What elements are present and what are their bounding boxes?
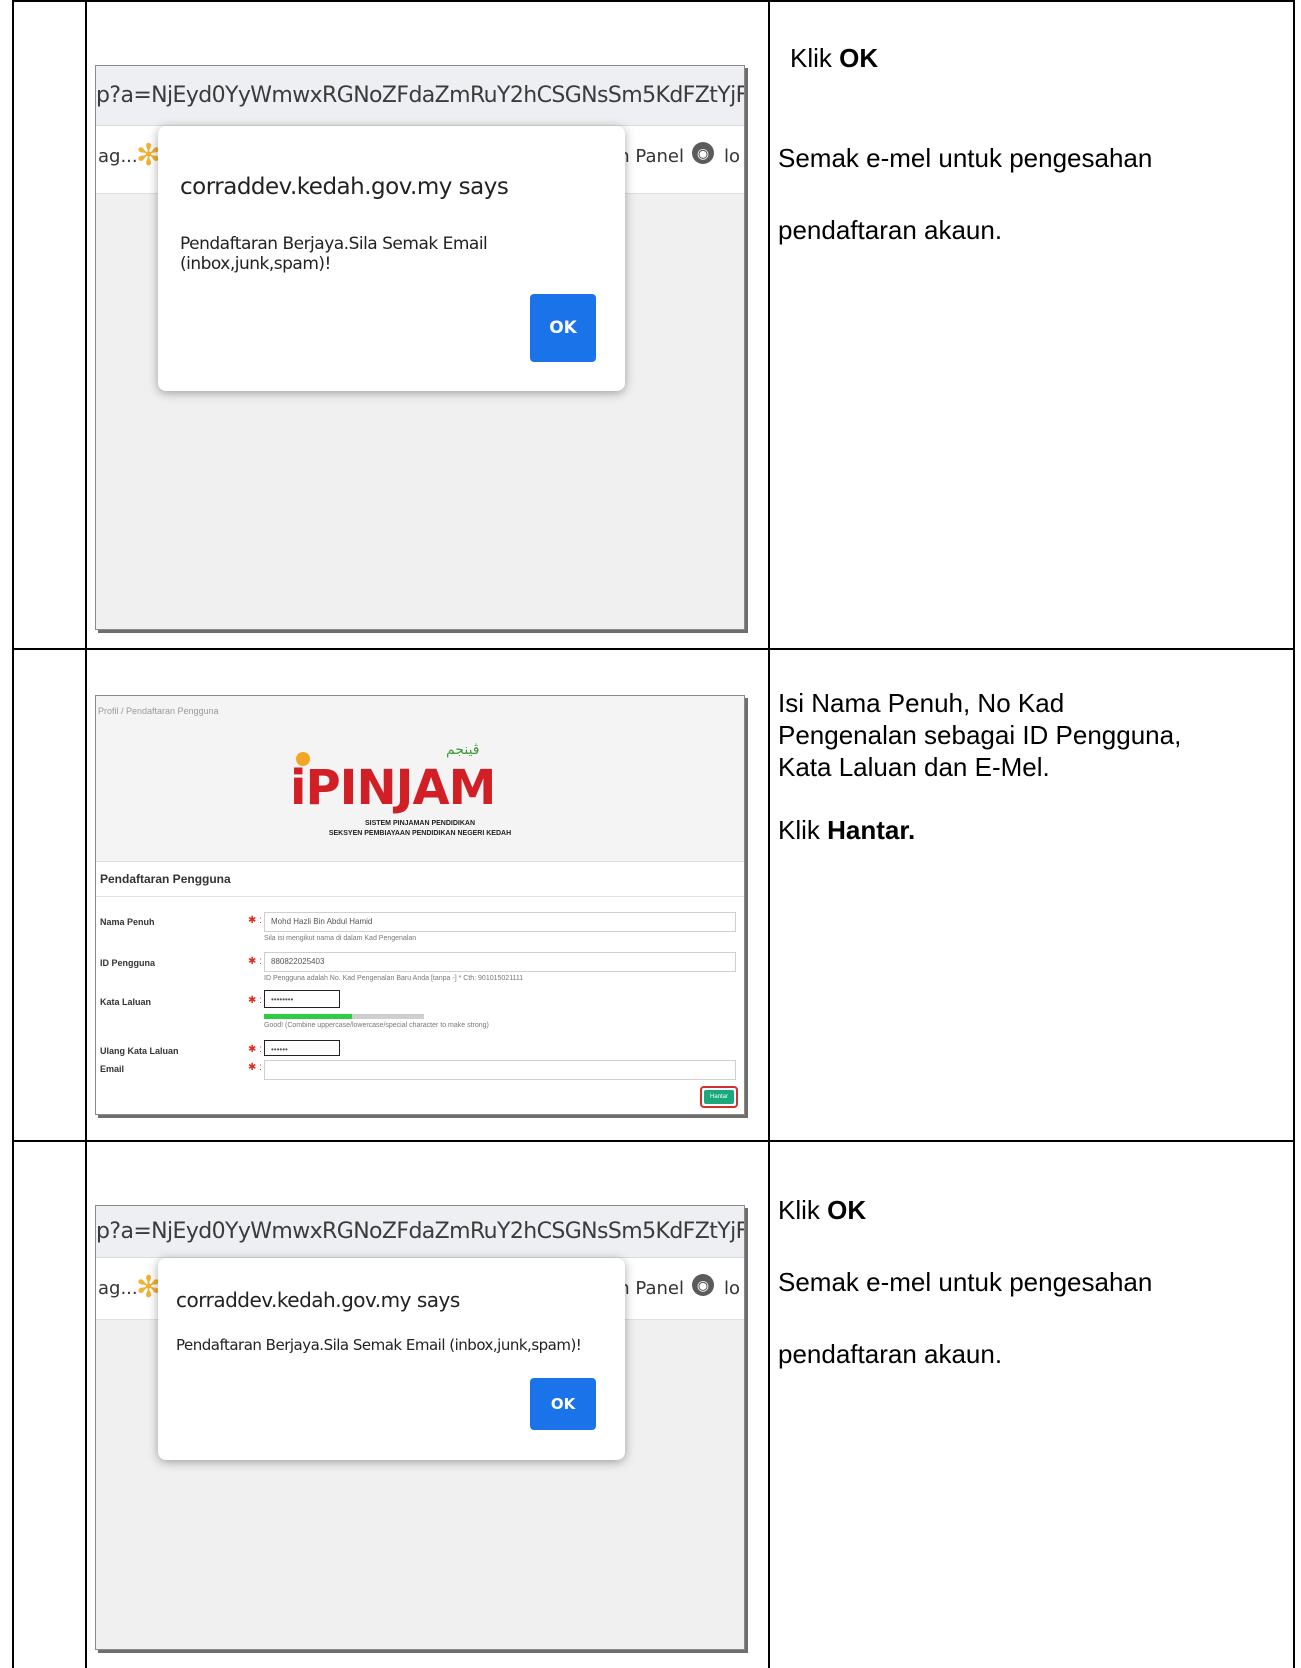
required-mark: ✱ :: [248, 1044, 262, 1055]
screenshot-success-dialog-1: p?a=NjEyd0YyWmwxRGNoZFdaZmRuY2hCSGNsSm5K…: [95, 65, 745, 630]
instruction-bold-ok: OK: [839, 43, 879, 73]
hantar-button-highlight: Hantar: [700, 1086, 738, 1108]
step2-instruction-line2: Pengenalan sebagai ID Pengguna,: [778, 720, 1182, 750]
nama-penuh-label: Nama Penuh: [100, 917, 155, 927]
form-title: Pendaftaran Pengguna: [100, 872, 231, 886]
email-input[interactable]: [264, 1060, 736, 1080]
required-mark: ✱ :: [248, 915, 262, 926]
step2-instruction-click: Klik Hantar.: [778, 815, 915, 845]
required-mark: ✱ :: [248, 1062, 262, 1073]
logo-subtitle-1: SISTEM PINJAMAN PENDIDIKAN: [364, 820, 476, 827]
url-text: p?a=NjEyd0YyWmwxRGNoZFdaZmRuY2hCSGNsSm5K…: [96, 83, 744, 108]
screenshot-registration-form: iPINJAM ڤينجم SISTEM PINJAMAN PENDIDIKAN…: [95, 695, 745, 1115]
nama-penuh-help: Sila isi mengikut nama di dalam Kad Peng…: [264, 935, 417, 942]
bookmark-item-cut[interactable]: lo: [724, 146, 740, 167]
bookmark-item[interactable]: ag...: [98, 1278, 138, 1299]
globe-icon: ◉: [692, 142, 714, 164]
table-divider-1: [85, 0, 87, 1668]
id-pengguna-input[interactable]: 880822025403: [264, 952, 736, 972]
registration-form-panel: Pendaftaran Pengguna Nama Penuh ✱ : Mohd…: [96, 861, 744, 1114]
step2-instruction-line1: Isi Nama Penuh, No Kad: [778, 688, 1065, 718]
bookmark-item-cut[interactable]: lo: [724, 1278, 740, 1299]
instruction-text: Klik: [778, 1195, 828, 1225]
screenshot-success-dialog-2: p?a=NjEyd0YyWmwxRGNoZFdaZmRuY2hCSGNsSm5K…: [95, 1205, 745, 1650]
ipinjam-logo: iPINJAM: [290, 760, 496, 816]
dialog-message: Pendaftaran Berjaya.Sila Semak Email (in…: [180, 234, 488, 274]
logo-subtitle-2: SEKSYEN PEMBIAYAAN PENDIDIKAN NEGERI KED…: [328, 830, 512, 837]
step1-instruction-line3: pendaftaran akaun.: [778, 215, 1003, 245]
step1-instruction-click: Klik OK: [790, 43, 878, 73]
instruction-bold-ok: OK: [827, 1195, 867, 1225]
alert-dialog: corraddev.kedah.gov.my says Pendaftaran …: [158, 1258, 625, 1460]
logo-name: PINJAM: [305, 760, 496, 816]
step1-instruction-line2: Semak e-mel untuk pengesahan: [778, 143, 1153, 173]
kata-laluan-input[interactable]: ••••••••: [264, 990, 340, 1008]
instruction-text: Klik: [778, 815, 828, 845]
table-row-divider-2: [12, 1140, 1295, 1142]
logo-area: iPINJAM ڤينجم SISTEM PINJAMAN PENDIDIKAN…: [96, 696, 744, 856]
table-border-top: [12, 0, 1295, 2]
breadcrumb: Profil / Pendaftaran Pengguna: [98, 706, 219, 716]
dialog-title: corraddev.kedah.gov.my says: [176, 1288, 460, 1312]
dialog-title: corraddev.kedah.gov.my says: [180, 174, 509, 200]
instruction-text: Klik: [790, 43, 840, 73]
address-bar[interactable]: p?a=NjEyd0YyWmwxRGNoZFdaZmRuY2hCSGNsSm5K…: [96, 1206, 744, 1258]
step3-instruction-click: Klik OK: [778, 1195, 866, 1225]
table-row-divider-1: [12, 648, 1295, 650]
kata-laluan-label: Kata Laluan: [100, 997, 152, 1007]
logo-jawi-text: ڤينجم: [446, 742, 480, 758]
url-text: p?a=NjEyd0YyWmwxRGNoZFdaZmRuY2hCSGNsSm5K…: [96, 1219, 744, 1244]
address-bar[interactable]: p?a=NjEyd0YyWmwxRGNoZFdaZmRuY2hCSGNsSm5K…: [96, 66, 744, 126]
required-mark: ✱ :: [248, 956, 262, 967]
nama-penuh-input[interactable]: Mohd Hazli Bin Abdul Hamid: [264, 912, 736, 932]
password-strength-text: Good! (Combine uppercase/lowercase/speci…: [264, 1022, 489, 1029]
form-divider: [96, 896, 744, 897]
ok-button[interactable]: OK: [530, 1378, 596, 1430]
alert-dialog: corraddev.kedah.gov.my says Pendaftaran …: [158, 126, 625, 391]
step3-instruction-line2: Semak e-mel untuk pengesahan: [778, 1267, 1153, 1297]
hantar-button[interactable]: Hantar: [704, 1090, 734, 1104]
ok-button[interactable]: OK: [530, 294, 596, 362]
bookmark-item[interactable]: ag...: [98, 146, 138, 167]
required-mark: ✱ :: [248, 995, 262, 1006]
table-border-left: [12, 0, 14, 1668]
dialog-message: Pendaftaran Berjaya.Sila Semak Email (in…: [176, 1336, 582, 1354]
password-strength-fill: [264, 1014, 352, 1019]
ulang-kata-laluan-input[interactable]: ••••••: [264, 1040, 340, 1056]
step2-instruction-line3: Kata Laluan dan E-Mel.: [778, 752, 1050, 782]
ulang-kata-laluan-label: Ulang Kata Laluan: [100, 1046, 179, 1056]
email-label: Email: [100, 1064, 125, 1074]
globe-icon: ◉: [692, 1274, 714, 1296]
step3-instruction-line3: pendaftaran akaun.: [778, 1339, 1003, 1369]
id-pengguna-label: ID Pengguna: [100, 958, 156, 968]
table-border-right: [1293, 0, 1295, 1668]
id-pengguna-help: ID Pengguna adalah No. Kad Pengenalan Ba…: [264, 975, 524, 982]
table-divider-2: [768, 0, 770, 1668]
instruction-bold-hantar: Hantar.: [827, 815, 916, 845]
password-strength-bar: [264, 1014, 424, 1019]
